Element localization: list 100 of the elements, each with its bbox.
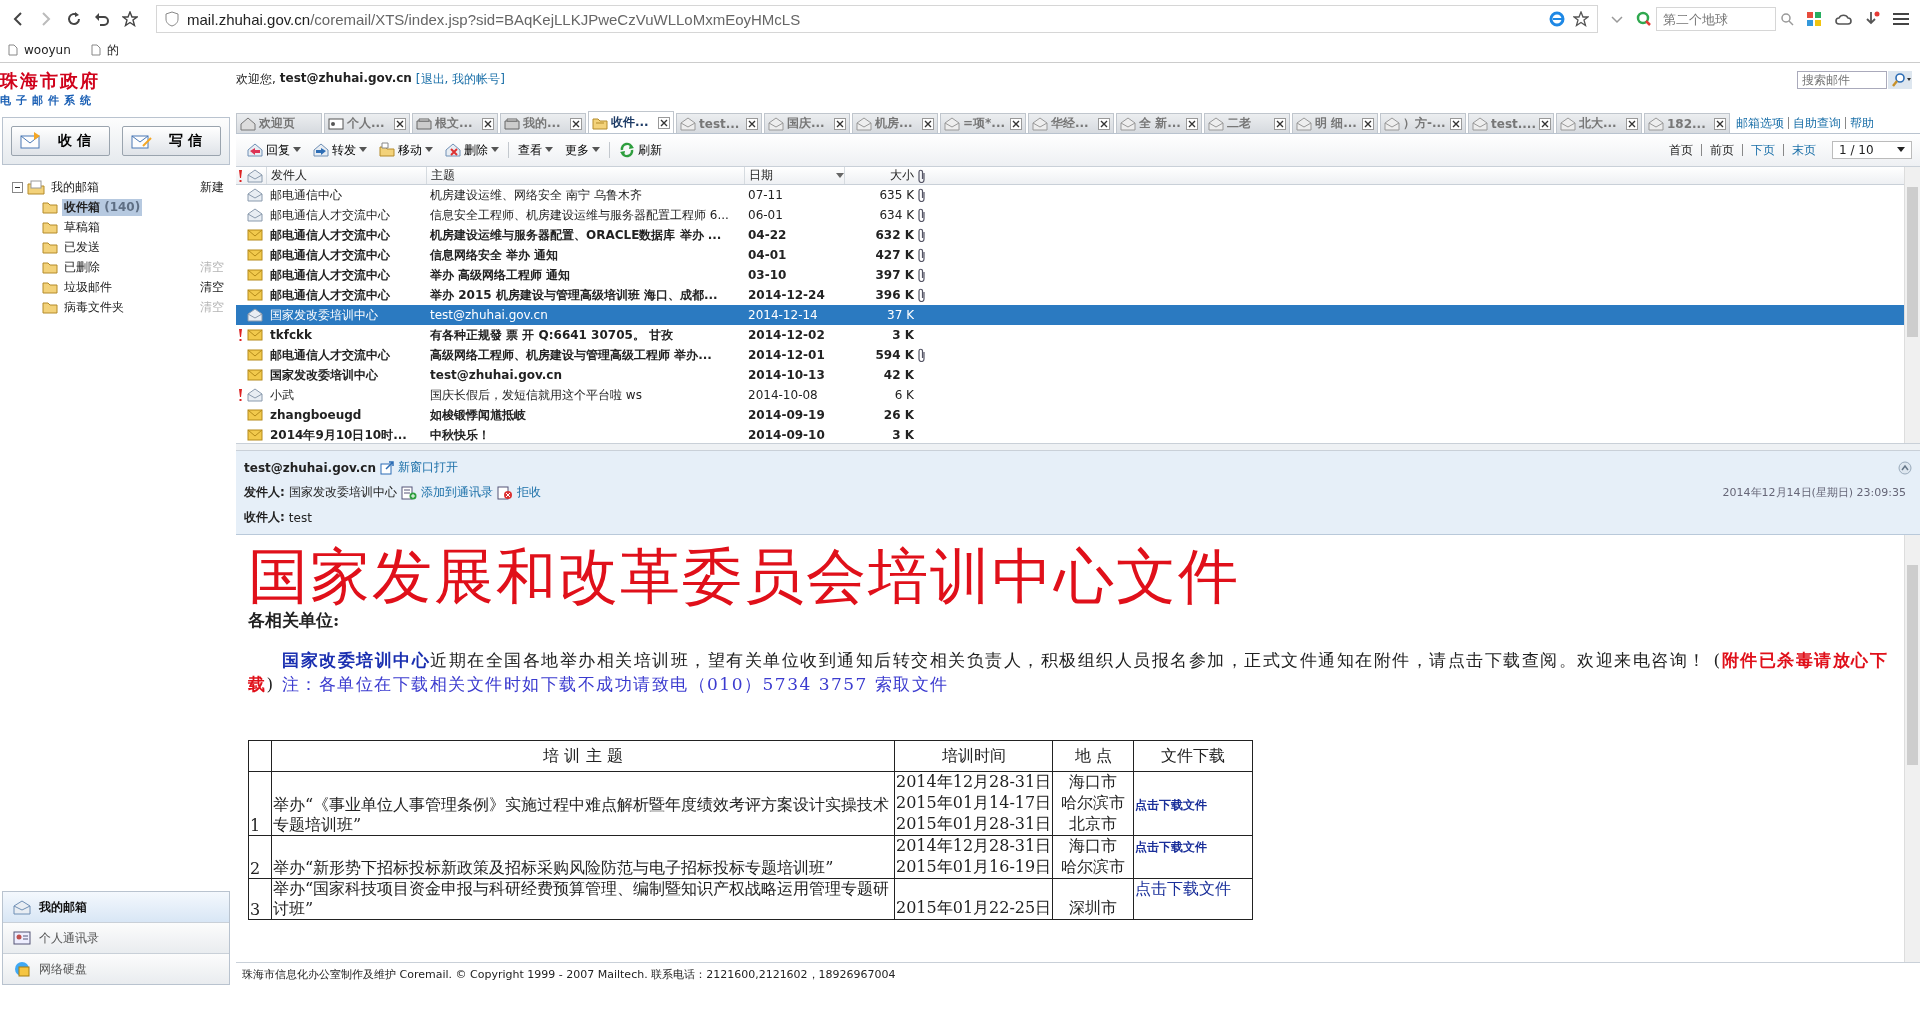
top-link[interactable]: 自助查询 (1793, 114, 1841, 132)
top-link[interactable]: 邮箱选项 (1736, 114, 1784, 132)
tab[interactable]: 机房... (852, 113, 938, 133)
close-icon[interactable] (922, 117, 934, 130)
reject-link[interactable]: 拒收 (516, 484, 541, 501)
scrollbar-thumb[interactable] (1907, 565, 1918, 765)
bookmark-link[interactable]: 的 (90, 41, 119, 59)
mail-row[interactable]: 国家发改委培训中心 test@zhuhai.gov.cn 2014-10-13 42 K (236, 365, 1904, 385)
mail-row[interactable]: tkfckk 有各种正规發 票 开 Q:6641 30705。 甘孜 2014-12-02 3 K (236, 325, 1904, 345)
mail-row[interactable]: zhangboeugd 如梭锻悸闻馗抵岐 2014-09-19 26 K (236, 405, 1904, 425)
close-icon[interactable] (746, 117, 758, 130)
new-window-icon[interactable] (380, 460, 395, 475)
close-icon[interactable] (834, 117, 846, 130)
mail-row[interactable]: 邮电通信中心 机房建设运维、网络安全 南宁 乌鲁木齐 07-11 635 K (236, 185, 1904, 205)
toolbar-button[interactable]: 移动 (376, 139, 436, 161)
mail-row[interactable]: 邮电通信人才交流中心 信息网络安全 举办 通知 04-01 427 K (236, 245, 1904, 265)
new-folder-link[interactable]: 新建 (200, 178, 224, 196)
download-link[interactable]: 点击下载文件 (1135, 797, 1208, 812)
close-icon[interactable] (1714, 117, 1726, 130)
star-icon[interactable] (122, 11, 138, 27)
download-icon[interactable] (1864, 11, 1880, 27)
toolbar-button[interactable]: 查看 (515, 139, 556, 161)
add-contact-link[interactable]: 添加到通讯录 (420, 484, 493, 501)
mail-row[interactable]: 邮电通信人才交流中心 举办 2015 机房建设与管理高级培训班 海口、成都... 2014-12-24 396 K (236, 285, 1904, 305)
tab[interactable]: 根文... (412, 113, 498, 133)
tab[interactable]: 我的... (500, 113, 586, 133)
close-icon[interactable] (1098, 117, 1110, 130)
column-header[interactable]: 大小 (844, 167, 914, 184)
scrollbar-thumb[interactable] (1907, 187, 1918, 337)
close-icon[interactable] (1626, 117, 1638, 130)
open-window-link[interactable]: 新窗口打开 (398, 459, 459, 476)
cloud-icon[interactable] (1834, 11, 1852, 27)
mail-row[interactable]: 邮电通信人才交流中心 机房建设运维与服务器配置、ORACLE数据库 举办 ... 04-22 632 K (236, 225, 1904, 245)
nav-item[interactable]: 网络硬盘 (3, 953, 229, 984)
column-header[interactable]: 主题 (426, 167, 744, 184)
tab[interactable]: 国庆... (764, 113, 850, 133)
account-links[interactable]: [退出, 我的帐号] (415, 71, 505, 88)
search-field[interactable]: 第二个地球 (1656, 7, 1776, 31)
folder-item[interactable]: 我的邮箱 (49, 178, 101, 196)
collapse-icon[interactable] (12, 181, 23, 193)
bookmark-link[interactable]: wooyun (8, 43, 71, 57)
folder-item[interactable]: 已发送 (62, 238, 102, 256)
search-icon[interactable] (1888, 71, 1912, 89)
close-icon[interactable] (570, 117, 582, 130)
pager-link[interactable]: 下页 (1749, 141, 1777, 159)
close-icon[interactable] (658, 116, 670, 129)
mail-row[interactable]: 邮电通信人才交流中心 信息安全工程师、机房建设运维与服务器配置工程师 6... 06-01 634 K (236, 205, 1904, 225)
folder-item[interactable]: 草稿箱 (62, 218, 102, 236)
close-icon[interactable] (1186, 117, 1198, 130)
tab[interactable]: 华经... (1028, 113, 1114, 133)
top-link[interactable]: 帮助 (1850, 114, 1874, 132)
mail-row[interactable]: 小武 国庆长假后，发短信就用这个平台啦 ws 2014-10-08 6 K (236, 385, 1904, 405)
close-icon[interactable] (1362, 117, 1374, 130)
sender-cell-text: 邮电通信人才交流中心 (269, 246, 391, 264)
close-icon[interactable] (1539, 117, 1551, 130)
close-icon[interactable] (1010, 117, 1022, 130)
column-header[interactable]: 发件人 (266, 167, 426, 184)
undo-icon[interactable] (94, 11, 110, 27)
receive-button[interactable]: 收 信 (11, 126, 110, 156)
close-icon[interactable] (1274, 117, 1286, 130)
empty-folder-link[interactable]: 清空 (200, 278, 224, 296)
scrollbar[interactable] (1904, 167, 1920, 443)
folder-item[interactable]: 垃圾邮件 (62, 278, 114, 296)
mail-row[interactable]: 国家发改委培训中心 test@zhuhai.gov.cn 2014-12-14 37 K (236, 305, 1904, 325)
column-header[interactable]: 日期 (744, 167, 844, 184)
toolbar-button[interactable]: 删除 (442, 139, 502, 161)
welcome-text: 欢迎您, (236, 71, 276, 88)
close-icon[interactable] (482, 117, 494, 130)
tab[interactable]: 北大... (1556, 113, 1642, 133)
pager-link[interactable]: 末页 (1790, 141, 1818, 159)
close-icon[interactable] (394, 117, 406, 130)
toolbar-button[interactable]: 刷新 (616, 139, 665, 161)
apps-icon[interactable] (1806, 11, 1822, 27)
download-link[interactable]: 点击下载文件 (1135, 840, 1208, 854)
tab[interactable]: 二老 (1204, 113, 1290, 133)
folder-item[interactable]: 收件箱 (140) (62, 198, 143, 216)
nav-item[interactable]: 个人通讯录 (3, 922, 229, 953)
mail-row[interactable]: 邮电通信人才交流中心 高级网络工程师、机房建设与管理高级工程师 举办... 2014-12-01 594 K (236, 345, 1904, 365)
search-field[interactable]: 搜索邮件 (1797, 71, 1887, 89)
search-icon[interactable] (1780, 12, 1794, 26)
close-icon[interactable] (1450, 117, 1462, 130)
page-select[interactable]: 1 / 10 (1832, 141, 1912, 159)
mail-row[interactable]: 邮电通信人才交流中心 举办 高级网络工程师 通知 03-10 397 K (236, 265, 1904, 285)
nav-item[interactable]: 我的邮箱 (3, 892, 229, 922)
toolbar-button[interactable]: 转发 (310, 139, 370, 161)
tab[interactable]: 明 细... (1292, 113, 1378, 133)
reload-icon[interactable] (66, 11, 82, 27)
address-bar[interactable]: mail.zhuhai.gov.cn/coremail/XTS/index.jsp?sid=BAqKejLLKJPweCzVuWLLoMxmEoyHMcLS (156, 5, 1598, 33)
tab[interactable]: 收件... (588, 111, 674, 133)
compose-button[interactable]: 写 信 (122, 126, 221, 156)
scrollbar[interactable] (1904, 535, 1920, 962)
menu-icon[interactable] (1892, 11, 1910, 27)
star-icon[interactable] (1573, 11, 1589, 27)
size-cell-text: 632 K (874, 228, 914, 242)
tab[interactable]: 个人... (324, 113, 410, 133)
tab[interactable]: 欢迎页 (236, 113, 322, 133)
mail-row[interactable]: 2014年9月10日10时... 中秋快乐！ 2014-09-10 3 K (236, 425, 1904, 445)
toolbar-button[interactable]: 回复 (244, 139, 304, 161)
tab[interactable]: 全 新... (1116, 113, 1202, 133)
toolbar-button[interactable]: 更多 (562, 139, 603, 161)
